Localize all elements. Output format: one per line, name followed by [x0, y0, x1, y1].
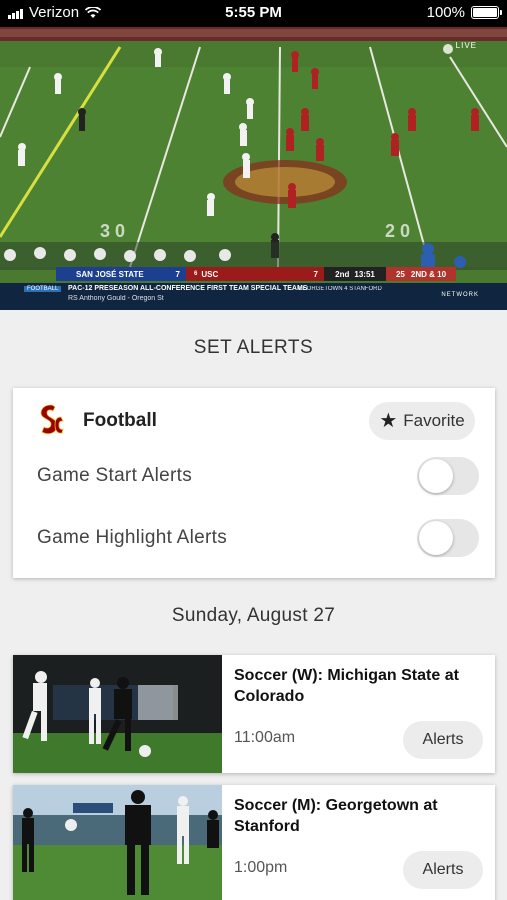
video-player[interactable]: 3 0 2 0 LIVE SAN JOSÉ STATE 7 6 USC 7 2n…: [0, 27, 507, 310]
game-highlight-alerts-row: Game Highlight Alerts: [37, 518, 479, 558]
favorite-button[interactable]: ★ Favorite: [369, 402, 475, 440]
scorebug-play-clock: 25: [395, 269, 405, 279]
live-badge: LIVE: [455, 41, 477, 50]
ticker-subline: RS Anthony Gould - Oregon St: [68, 295, 164, 302]
game-highlight-alerts-toggle[interactable]: [417, 519, 479, 557]
status-right: 100%: [426, 4, 502, 21]
scorebug-team2-score: 7: [313, 269, 318, 279]
usc-logo-icon: [40, 404, 64, 435]
scorebug-team2-name: USC: [201, 269, 219, 279]
scorebug-team2: 6 USC 7: [186, 267, 324, 281]
game-thumbnail-image: [13, 785, 222, 900]
game-thumbnail-image: [13, 655, 222, 773]
scorebug-clock: 13:51: [354, 269, 375, 279]
scorebug-team1-score: 7: [175, 269, 180, 279]
ticker-right-text: GEORGETOWN 4 STANFORD: [298, 286, 382, 292]
team-name: Football: [83, 410, 157, 431]
status-bar: Verizon 5:55 PM 100%: [0, 0, 507, 27]
scorebug-down-distance: 2ND & 10: [410, 269, 447, 279]
star-icon: ★: [379, 410, 398, 432]
game-highlight-alerts-label: Game Highlight Alerts: [37, 527, 228, 548]
team-alerts-card: Football ★ Favorite Game Start Alerts Ga…: [13, 388, 495, 578]
news-ticker: FOOTBALL PAC-12 PRESEASON ALL-CONFERENCE…: [0, 283, 507, 310]
scorebug-down: 25 2ND & 10: [386, 267, 456, 281]
schedule-date-heading: Sunday, August 27: [171, 605, 336, 626]
game-card[interactable]: Soccer (M): Georgetown at Stanford 1:00p…: [13, 785, 495, 900]
game-card[interactable]: Soccer (W): Michigan State at Colorado 1…: [13, 655, 495, 773]
scorebug-game-clock: 2nd 13:51: [324, 267, 386, 281]
game-start-alerts-toggle[interactable]: [417, 457, 479, 495]
toggle-knob: [419, 521, 453, 555]
svg-text:3 0: 3 0: [100, 221, 125, 241]
set-alerts-title: SET ALERTS: [193, 337, 314, 358]
svg-text:2 0: 2 0: [385, 221, 410, 241]
toggle-knob: [419, 459, 453, 493]
scorebug-team1-name: SAN JOSÉ STATE: [76, 269, 144, 279]
battery-percent: 100%: [426, 4, 465, 21]
game-start-alerts-row: Game Start Alerts: [37, 456, 479, 496]
battery-icon: [471, 6, 502, 19]
scorebug-team1: SAN JOSÉ STATE 7: [56, 267, 186, 281]
game-alerts-button[interactable]: Alerts: [403, 721, 483, 759]
game-alerts-button[interactable]: Alerts: [403, 851, 483, 889]
scorebug-quarter: 2nd: [335, 269, 350, 279]
game-time: 1:00pm: [234, 859, 288, 876]
network-logo-text: NETWORK: [441, 292, 479, 298]
game-title: Soccer (M): Georgetown at Stanford: [234, 797, 438, 835]
favorite-label: Favorite: [403, 411, 465, 430]
game-start-alerts-label: Game Start Alerts: [37, 465, 193, 486]
scorebug-team2-rank: 6: [194, 271, 198, 277]
scorebug: SAN JOSÉ STATE 7 6 USC 7 2nd 13:51 25 2N…: [56, 267, 456, 281]
game-time: 11:00am: [234, 729, 296, 746]
game-title: Soccer (W): Michigan State at Colorado: [234, 667, 459, 705]
ticker-headline: PAC-12 PRESEASON ALL-CONFERENCE FIRST TE…: [68, 285, 308, 292]
ticker-tag: FOOTBALL: [24, 286, 62, 292]
